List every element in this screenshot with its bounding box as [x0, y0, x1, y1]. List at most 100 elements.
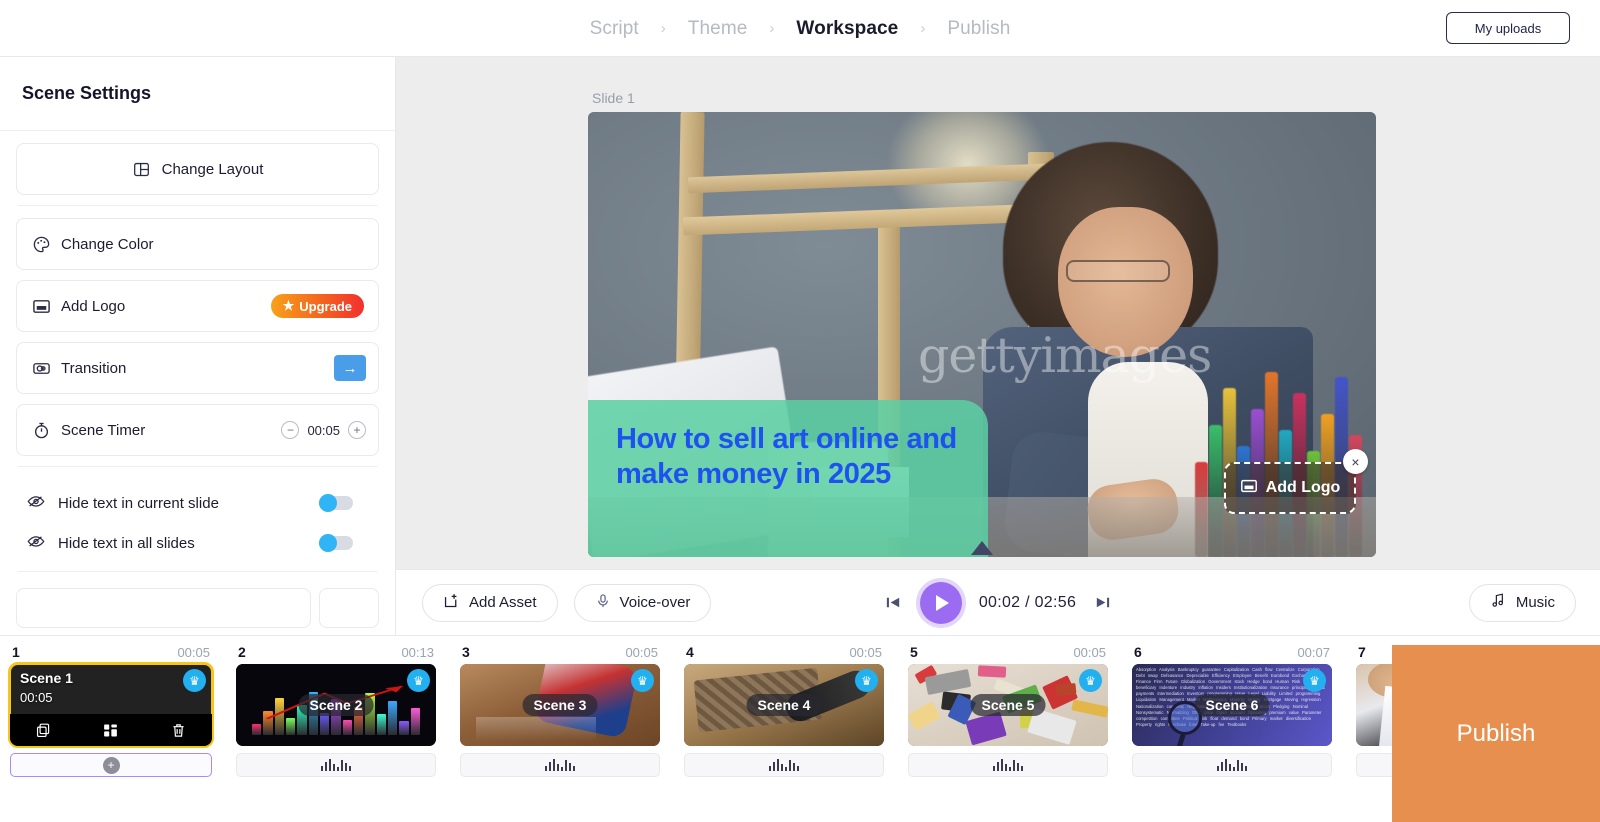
premium-crown-icon[interactable]: ♛	[407, 669, 430, 692]
sidebar-bottom-controls	[16, 588, 379, 628]
scene-number: 6	[1134, 644, 1142, 660]
image-icon	[31, 296, 51, 316]
scene-audio-track[interactable]	[460, 753, 660, 777]
timer-increment-button[interactable]: +	[348, 421, 366, 439]
scene-audio-track[interactable]	[684, 753, 884, 777]
hide-text-current-slide-row[interactable]: Hide text in current slide	[16, 483, 379, 523]
sidebar-bottom-wide-field[interactable]	[16, 588, 311, 628]
caption-resize-handle[interactable]	[971, 541, 993, 555]
premium-crown-icon[interactable]: ♛	[183, 669, 206, 692]
duplicate-icon[interactable]	[35, 722, 52, 739]
logo-dropzone-label: Add Logo	[1265, 479, 1341, 496]
breadcrumb: Script › Theme › Workspace › Publish	[0, 0, 1600, 57]
layout-icon	[132, 159, 152, 179]
hide-text-all-slides-row[interactable]: Hide text in all slides	[16, 523, 379, 563]
scene-thumbnail[interactable]: Scene 1 00:05 ♛	[8, 662, 214, 748]
audio-waveform-icon	[321, 759, 351, 771]
hide-text-all-slides-label: Hide text in all slides	[58, 534, 195, 552]
scene-meta: 1 00:05	[10, 644, 212, 664]
scene-thumbnail[interactable]: Absorption Analysis Bankruptcy guarantee…	[1132, 664, 1332, 746]
transition-icon	[31, 358, 51, 378]
page-title: Scene Settings	[22, 83, 152, 103]
scene-number: 1	[12, 644, 20, 660]
scene-number: 2	[238, 644, 246, 660]
eye-off-icon	[26, 491, 46, 516]
scene-number: 4	[686, 644, 694, 660]
sidebar-header: Scene Settings	[0, 57, 395, 131]
timeline-scene-6[interactable]: 6 00:07 Absorption Analysis Bankruptcy gua…	[1120, 636, 1344, 777]
stopwatch-icon	[31, 420, 51, 440]
premium-crown-icon[interactable]: ♛	[631, 669, 654, 692]
breadcrumb-step-script[interactable]: Script	[568, 18, 661, 40]
scene-meta: 5 00:05	[908, 644, 1108, 664]
scene-thumbnail[interactable]: Scene 3 ♛	[460, 664, 660, 746]
upgrade-label: Upgrade	[299, 298, 352, 314]
timeline-scene-1[interactable]: 1 00:05 Scene 1 00:05 ♛ +	[0, 636, 224, 777]
change-layout-label: Change Layout	[161, 160, 264, 178]
scene-title: Scene 3	[522, 694, 598, 716]
timer-value: 00:05	[307, 422, 340, 438]
change-color-button[interactable]: Change Color	[16, 218, 379, 270]
skip-next-icon[interactable]	[1093, 593, 1112, 612]
player-transport: 00:02 / 02:56	[396, 581, 1600, 624]
logo-dropzone[interactable]: Add Logo	[1224, 462, 1356, 514]
delete-icon[interactable]	[170, 722, 187, 739]
breadcrumb-step-theme[interactable]: Theme	[666, 18, 770, 40]
scene-meta: 6 00:07	[1132, 644, 1332, 664]
premium-crown-icon[interactable]: ♛	[855, 669, 878, 692]
upgrade-badge[interactable]: ★ Upgrade	[270, 294, 364, 318]
scene-number: 7	[1358, 644, 1366, 660]
scene-timer-row[interactable]: Scene Timer − 00:05 +	[16, 404, 379, 456]
sidebar-bottom-narrow-button[interactable]	[319, 588, 379, 628]
breadcrumb-step-workspace[interactable]: Workspace	[774, 18, 920, 40]
watermark: gettyimages	[918, 327, 1212, 384]
timeline-scene-3[interactable]: 3 00:05 Scene 3 ♛	[448, 636, 672, 777]
scene-duration: 00:13	[401, 645, 434, 660]
palette-icon	[31, 234, 51, 254]
premium-crown-icon[interactable]: ♛	[1303, 669, 1326, 692]
hide-text-current-slide-toggle[interactable]	[319, 494, 353, 512]
scene-duration: 00:07	[1297, 645, 1330, 660]
scene-settings-sidebar: Scene Settings Change Layout Change Colo…	[0, 57, 396, 635]
image-icon	[1240, 477, 1258, 500]
breadcrumb-step-publish[interactable]: Publish	[925, 18, 1032, 40]
scene-audio-track[interactable]	[236, 753, 436, 777]
play-button[interactable]	[919, 581, 962, 624]
scene-thumbnail[interactable]: Scene 5 ♛	[908, 664, 1108, 746]
scene-duration: 00:05	[1073, 645, 1106, 660]
slide-caption-block[interactable]: How to sell art online and make money in…	[588, 400, 988, 557]
my-uploads-button[interactable]: My uploads	[1446, 12, 1570, 44]
scene-meta: 4 00:05	[684, 644, 884, 664]
top-bar: Script › Theme › Workspace › Publish My …	[0, 0, 1600, 57]
skip-previous-icon[interactable]	[884, 593, 903, 612]
scene-thumbnail[interactable]: Scene 4 ♛	[684, 664, 884, 746]
timer-decrement-button[interactable]: −	[281, 421, 300, 439]
close-icon[interactable]: ×	[1343, 449, 1368, 474]
slide-label: Slide 1	[592, 90, 635, 106]
add-logo-button[interactable]: Add Logo ★ Upgrade	[16, 280, 379, 332]
scene-audio-track[interactable]	[1132, 753, 1332, 777]
scene-audio-track[interactable]	[908, 753, 1108, 777]
scene-thumbnail[interactable]: Scene 2 ♛	[236, 664, 436, 746]
transition-row[interactable]: Transition →	[16, 342, 379, 394]
add-logo-label: Add Logo	[61, 297, 126, 315]
timeline-scene-5[interactable]: 5 00:05 Scene 5 ♛	[896, 636, 1120, 777]
music-button[interactable]: Music	[1468, 583, 1576, 622]
scene-meta: 2 00:13	[236, 644, 436, 664]
layout-icon[interactable]	[102, 722, 119, 739]
scene-title: Scene 5	[970, 694, 1046, 716]
play-icon	[936, 594, 950, 611]
sidebar-body: Change Layout Change Color Add Logo ★ Up…	[0, 131, 395, 628]
timeline-scene-2[interactable]: 2 00:13 Scene 2 ♛	[224, 636, 448, 777]
scene-title: Scene 6	[1194, 694, 1270, 716]
premium-crown-icon[interactable]: ♛	[1079, 669, 1102, 692]
add-scene-button[interactable]: +	[10, 753, 212, 777]
publish-button[interactable]: Publish	[1392, 645, 1600, 822]
audio-waveform-icon	[545, 759, 575, 771]
hide-text-all-slides-toggle[interactable]	[319, 534, 353, 552]
music-note-icon	[1490, 592, 1507, 613]
slide-canvas[interactable]: gettyimages How to sell art online and m…	[588, 112, 1376, 557]
change-layout-button[interactable]: Change Layout	[16, 143, 379, 195]
timeline-scene-4[interactable]: 4 00:05 Scene 4 ♛	[672, 636, 896, 777]
transition-arrow-button[interactable]: →	[334, 355, 366, 381]
